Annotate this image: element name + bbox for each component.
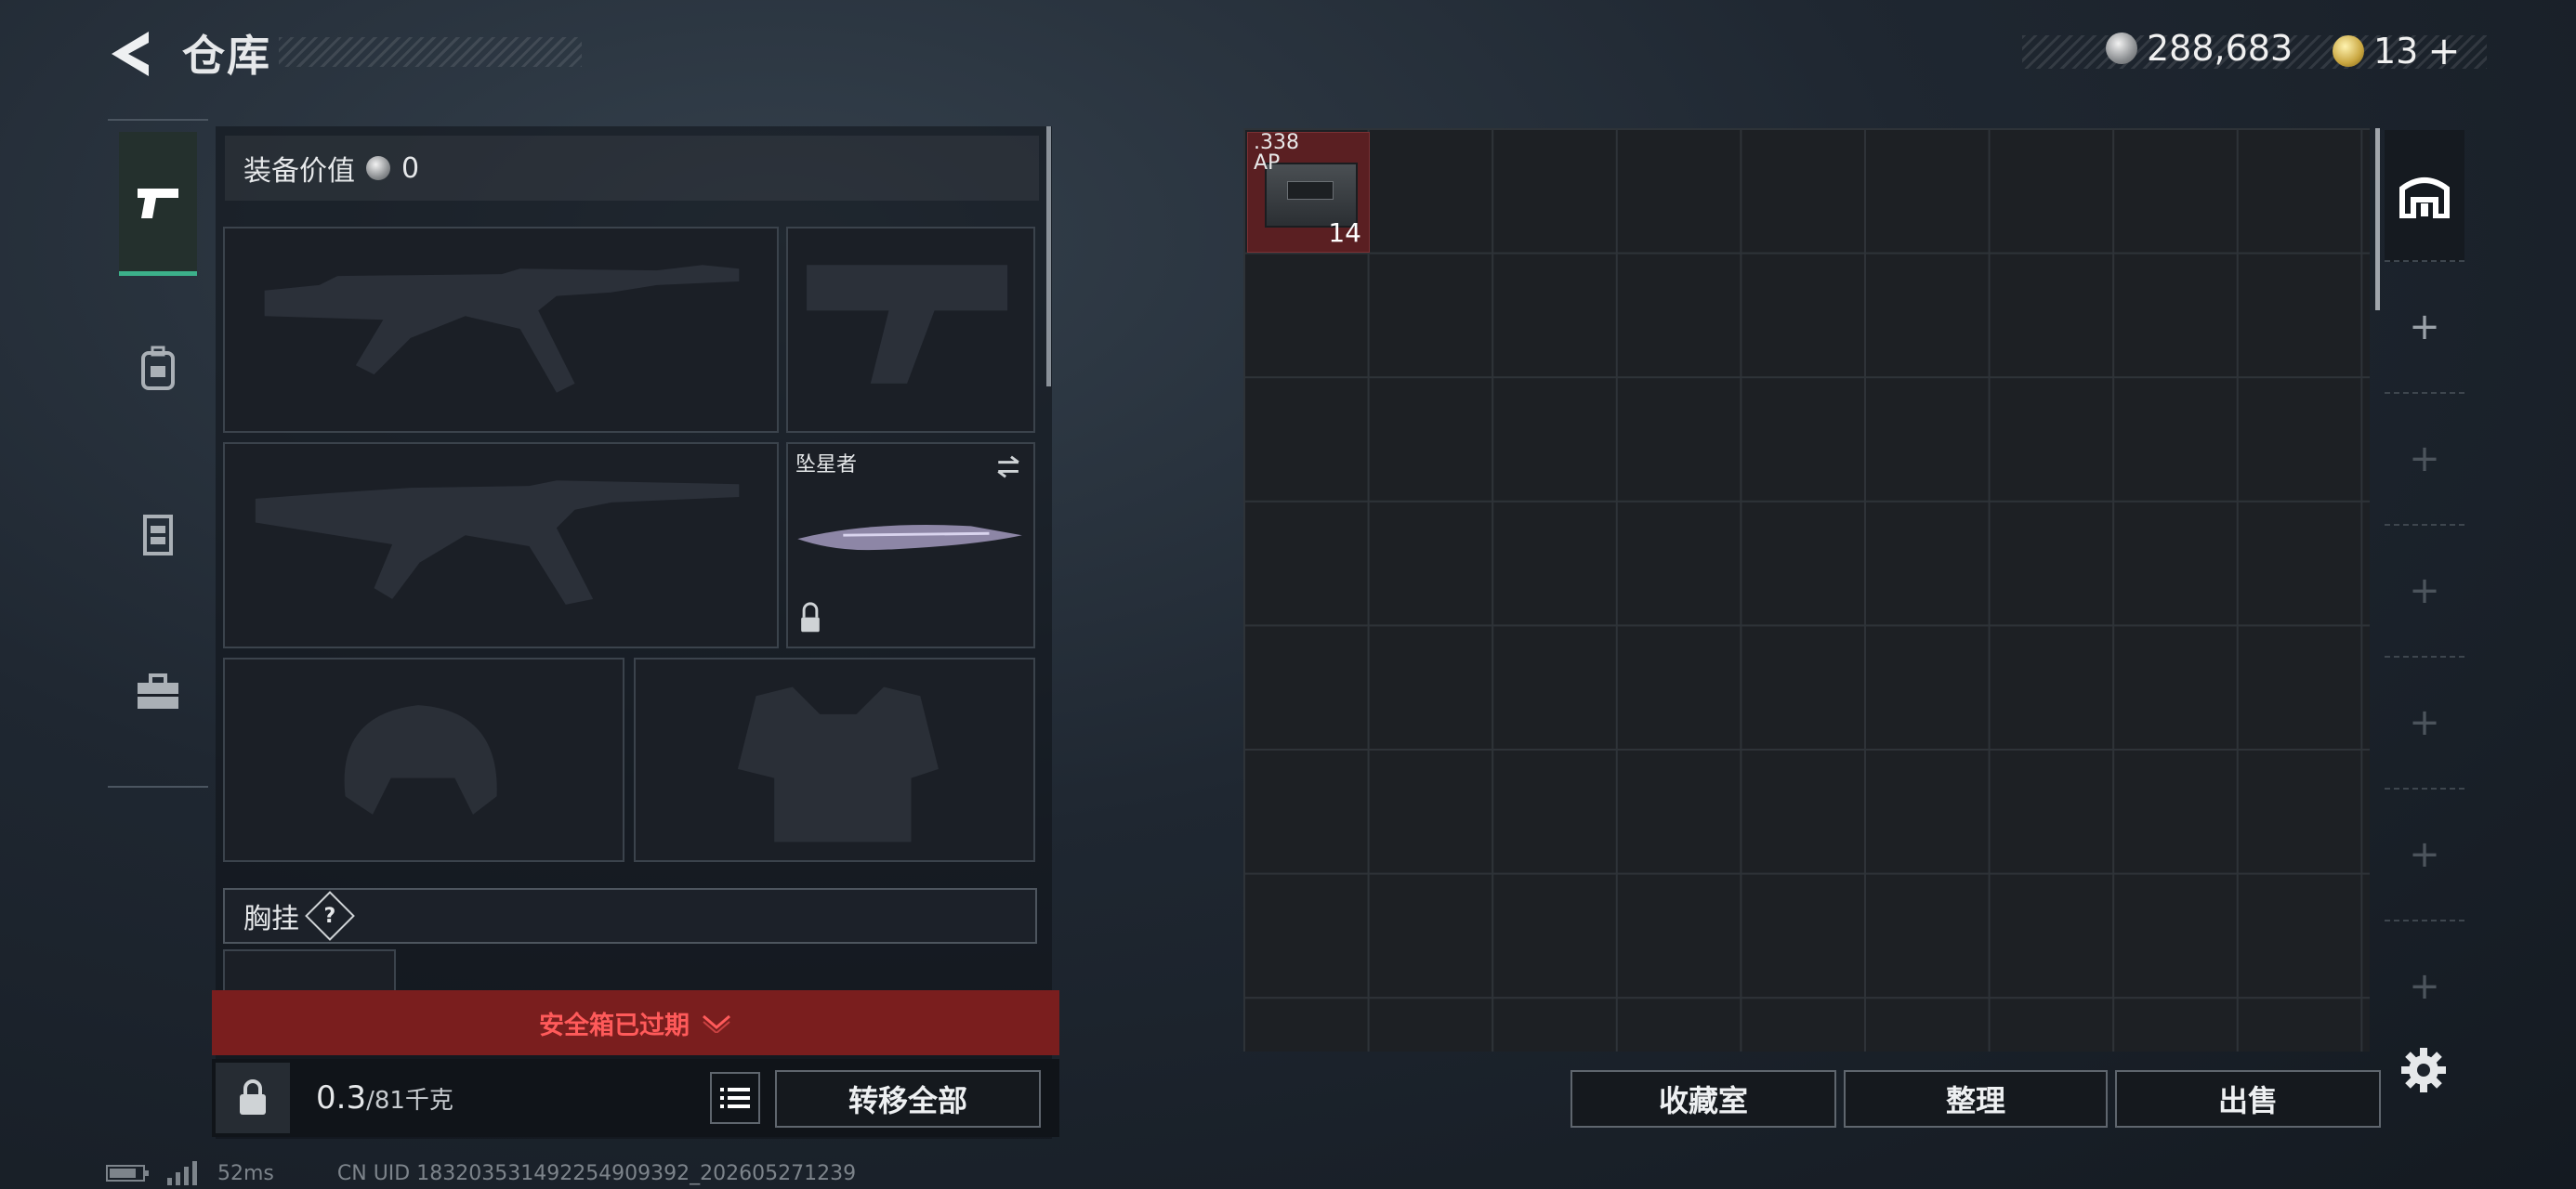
armor-silhouette-icon bbox=[737, 686, 939, 843]
sidearm-slot[interactable] bbox=[786, 227, 1035, 433]
add-currency-icon[interactable]: + bbox=[2427, 28, 2460, 73]
equipment-scrollbar[interactable] bbox=[1046, 126, 1051, 386]
chest-rig-icon bbox=[143, 515, 173, 555]
list-icon bbox=[720, 1088, 750, 1108]
chest-rig-slot[interactable] bbox=[223, 949, 396, 990]
toolbox-icon bbox=[138, 673, 178, 709]
stash-tab-add-4[interactable]: + bbox=[2385, 658, 2464, 790]
silver-amount: 288,683 bbox=[2147, 28, 2293, 69]
equipment-value: 0 bbox=[401, 151, 420, 185]
stash-scrollbar[interactable] bbox=[2375, 128, 2380, 310]
capacity-readout: 0.3/81千克 bbox=[316, 1079, 453, 1117]
equipment-value-bar: 装备价值 0 bbox=[225, 136, 1039, 201]
ammo-quantity: 14 bbox=[1328, 217, 1361, 248]
back-button[interactable] bbox=[104, 26, 160, 82]
stash-tab-add-2[interactable]: + bbox=[2385, 394, 2464, 526]
silver-currency: 288,683 bbox=[2106, 28, 2293, 69]
ping-readout: 52ms bbox=[217, 1161, 274, 1185]
warehouse-icon bbox=[2399, 177, 2450, 218]
status-footer: 52ms CN UID 183203531492254909392_202605… bbox=[106, 1161, 856, 1185]
chest-rig-section-header: 胸挂 ? bbox=[223, 888, 1037, 944]
settings-button[interactable] bbox=[2398, 1044, 2450, 1096]
melee-slot[interactable]: 坠星者 bbox=[786, 442, 1035, 648]
equipment-value-label: 装备价值 bbox=[243, 155, 355, 188]
body-armor-slot[interactable] bbox=[634, 658, 1035, 862]
safe-box-expired-text: 安全箱已过期 bbox=[539, 1011, 690, 1040]
gold-currency[interactable]: 13 + bbox=[2333, 28, 2461, 73]
ammo-caliber-line2: AP bbox=[1254, 151, 1281, 175]
lock-icon bbox=[240, 1079, 266, 1115]
secondary-weapon-slot[interactable] bbox=[223, 442, 779, 648]
signal-icon bbox=[167, 1161, 197, 1185]
list-view-button[interactable] bbox=[710, 1072, 760, 1124]
tab-weapons[interactable] bbox=[119, 132, 197, 276]
safe-box-expired-banner[interactable]: 安全箱已过期 bbox=[212, 990, 1059, 1055]
stash-tab-add-3[interactable]: + bbox=[2385, 526, 2464, 658]
ammo-caliber-line1: .338 bbox=[1254, 131, 1299, 154]
help-icon[interactable]: ? bbox=[305, 891, 355, 941]
gold-coin-icon bbox=[2333, 34, 2364, 67]
helmet-slot[interactable] bbox=[223, 658, 624, 862]
primary-weapon-slot[interactable] bbox=[223, 227, 779, 433]
chevron-down-icon bbox=[703, 1014, 730, 1033]
capacity-current: 0.3 bbox=[316, 1079, 367, 1117]
chest-rig-label: 胸挂 bbox=[243, 903, 299, 935]
knife-icon bbox=[797, 455, 1022, 633]
uid-readout: CN UID 183203531492254909392_20260527123… bbox=[336, 1161, 857, 1185]
helmet-silhouette-icon bbox=[344, 705, 497, 815]
sell-button[interactable]: 出售 bbox=[2115, 1070, 2381, 1128]
backpack-icon bbox=[141, 346, 175, 390]
lock-button[interactable] bbox=[216, 1063, 290, 1133]
ammo-item[interactable]: .338 AP 14 bbox=[1247, 132, 1370, 253]
stash-tab-add-1[interactable]: + bbox=[2385, 262, 2464, 394]
ammo-caliber: .338 AP bbox=[1254, 133, 1299, 174]
tab-chest-rig[interactable] bbox=[119, 464, 197, 604]
capacity-unit: 千克 bbox=[404, 1087, 453, 1115]
rifle-silhouette-icon bbox=[264, 265, 740, 393]
stash-grid-cells bbox=[1243, 128, 2370, 1052]
pistol-silhouette-icon bbox=[807, 265, 1008, 384]
stash-tab-add-6[interactable]: + bbox=[2385, 921, 2464, 1052]
stash-tab-add-5[interactable]: + bbox=[2385, 790, 2464, 921]
silver-coin-icon bbox=[2106, 33, 2137, 64]
gold-amount: 13 bbox=[2373, 30, 2419, 72]
transfer-all-button[interactable]: 转移全部 bbox=[775, 1070, 1041, 1128]
stash-tab-main[interactable] bbox=[2385, 130, 2464, 262]
rifle-silhouette-icon bbox=[255, 480, 740, 605]
collection-room-button[interactable]: 收藏室 bbox=[1571, 1070, 1836, 1128]
tab-toolbox[interactable] bbox=[119, 622, 197, 762]
sort-button[interactable]: 整理 bbox=[1844, 1070, 2108, 1128]
capacity-max: /81 bbox=[366, 1087, 405, 1115]
pistol-icon bbox=[138, 189, 178, 218]
silver-coin-icon bbox=[366, 156, 390, 180]
title-decoration bbox=[279, 37, 582, 67]
gear-icon bbox=[2401, 1048, 2446, 1092]
battery-icon bbox=[106, 1165, 149, 1182]
page-title: 仓库 bbox=[182, 31, 271, 81]
stash-grid[interactable] bbox=[1243, 128, 2370, 1052]
tab-backpack[interactable] bbox=[119, 299, 197, 438]
back-arrow-icon bbox=[112, 32, 149, 76]
swap-icon bbox=[997, 455, 1019, 478]
